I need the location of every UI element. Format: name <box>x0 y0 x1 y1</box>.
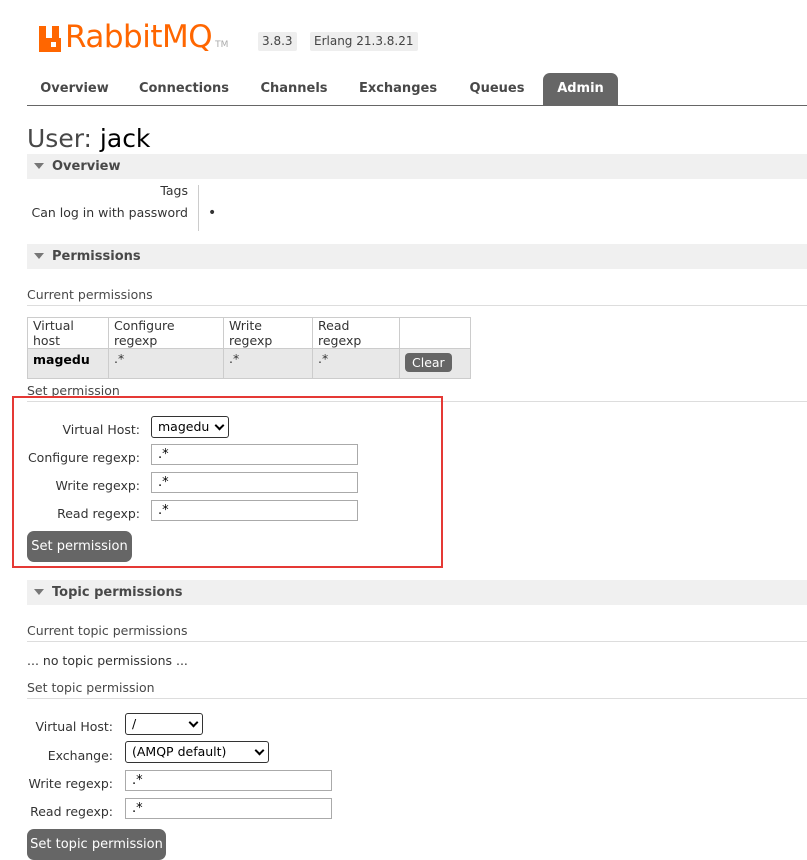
collapse-triangle-icon <box>34 253 44 259</box>
cell-vhost: magedu <box>27 348 109 379</box>
main-nav-tabs: Overview Connections Channels Exchanges … <box>27 73 807 106</box>
password-login-value: • <box>208 205 217 221</box>
rabbitmq-version-badge: 3.8.3 <box>258 32 297 51</box>
topic-write-regexp-label: Write regexp: <box>28 776 113 791</box>
tab-connections[interactable]: Connections <box>131 73 237 105</box>
set-topic-permission-button[interactable]: Set topic permission <box>27 829 166 860</box>
logo-trademark: TM <box>215 40 229 50</box>
exchange-select[interactable]: (AMQP default) <box>125 741 269 763</box>
page-title: User: jack <box>27 124 150 153</box>
overview-divider <box>198 185 199 231</box>
chevron-down-icon <box>254 745 265 756</box>
no-topic-permissions-text: ... no topic permissions ... <box>27 653 188 668</box>
tab-overview[interactable]: Overview <box>27 73 122 105</box>
column-header <box>399 317 471 349</box>
cell-action: Clear <box>399 348 471 379</box>
exchange-label: Exchange: <box>47 748 113 763</box>
topic-read-regexp-label: Read regexp: <box>30 804 113 819</box>
column-header: Virtual host <box>27 317 109 349</box>
tags-label: Tags <box>160 183 188 198</box>
collapse-triangle-icon <box>34 163 44 169</box>
section-header-overview[interactable]: Overview <box>27 154 807 179</box>
clear-permission-button[interactable]: Clear <box>405 353 452 372</box>
erlang-version-badge: Erlang 21.3.8.21 <box>310 32 418 51</box>
password-login-label: Can log in with password <box>31 205 188 220</box>
section-header-permissions[interactable]: Permissions <box>27 244 807 269</box>
tab-queues[interactable]: Queues <box>458 73 536 105</box>
highlight-box <box>12 396 443 568</box>
rabbit-logo-icon <box>37 24 63 54</box>
tab-exchanges[interactable]: Exchanges <box>352 73 444 105</box>
topic-vhost-label: Virtual Host: <box>35 719 114 734</box>
tab-admin[interactable]: Admin <box>543 73 618 105</box>
cell-read: .* <box>312 348 400 379</box>
cell-configure: .* <box>108 348 224 379</box>
column-header: Configure regexp <box>108 317 224 349</box>
column-header: Read regexp <box>312 317 400 349</box>
chevron-down-icon <box>188 717 199 728</box>
cell-write: .* <box>223 348 313 379</box>
section-header-topic-permissions[interactable]: Topic permissions <box>27 580 807 605</box>
exchange-select-value: (AMQP default) <box>132 744 227 759</box>
topic-write-regexp-input[interactable]: .* <box>125 770 332 791</box>
current-topic-permissions-heading: Current topic permissions <box>27 623 807 642</box>
column-header: Write regexp <box>223 317 313 349</box>
current-permissions-heading: Current permissions <box>27 287 807 306</box>
permissions-table: Virtual host Configure regexp Write rege… <box>27 317 471 379</box>
topic-vhost-select[interactable]: / <box>125 713 203 735</box>
section-title: Topic permissions <box>52 585 183 600</box>
logo-text: RabbitMQ <box>65 19 213 55</box>
rabbitmq-logo[interactable]: RabbitMQ TM <box>37 14 228 54</box>
table-row: magedu .* .* .* Clear <box>27 348 471 379</box>
section-title: Overview <box>52 159 121 174</box>
tab-channels[interactable]: Channels <box>249 73 339 105</box>
page-title-username: jack <box>99 124 151 153</box>
topic-vhost-select-value: / <box>132 716 137 731</box>
section-title: Permissions <box>52 249 141 264</box>
table-header-row: Virtual host Configure regexp Write rege… <box>27 317 471 349</box>
collapse-triangle-icon <box>34 589 44 595</box>
set-topic-permission-heading: Set topic permission <box>27 680 807 699</box>
topic-read-regexp-input[interactable]: .* <box>125 798 332 819</box>
page-title-prefix: User: <box>27 124 92 153</box>
